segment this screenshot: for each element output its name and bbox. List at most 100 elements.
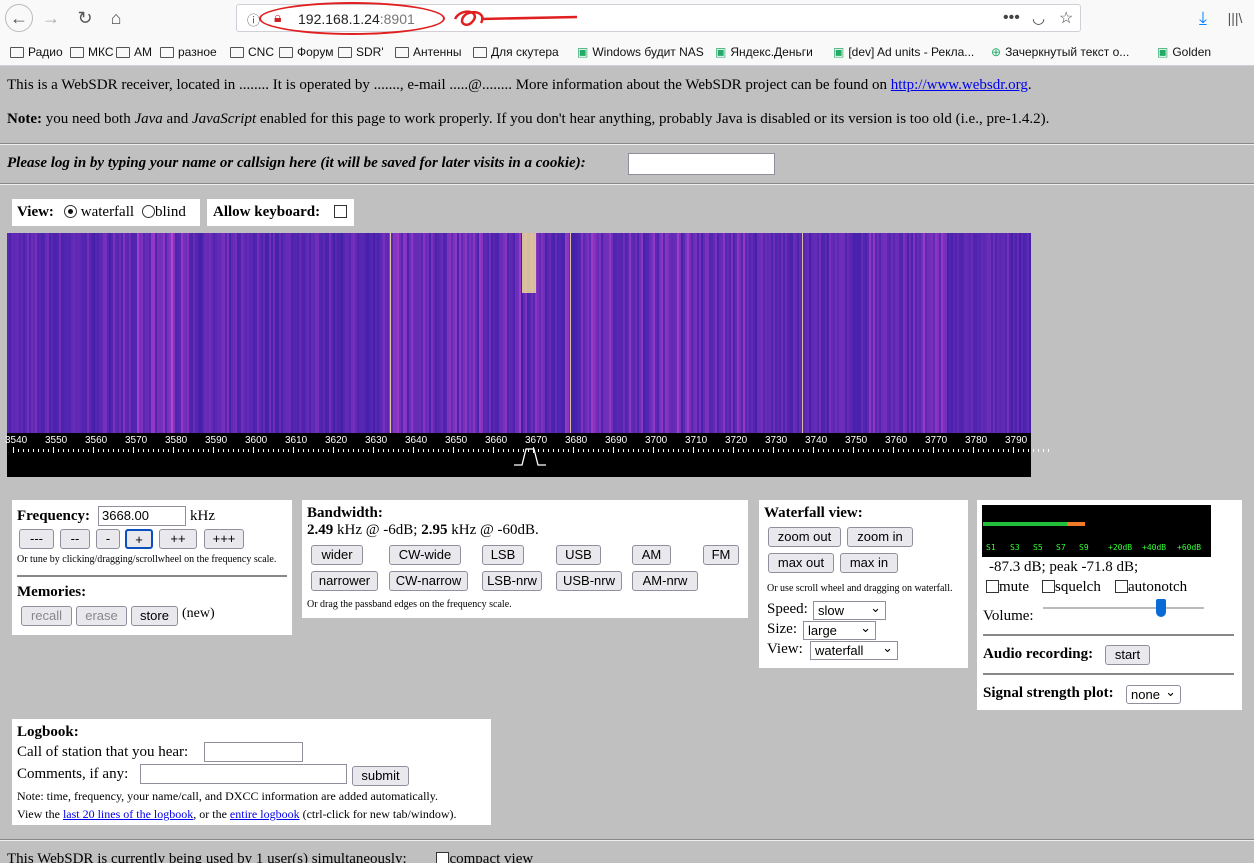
tune-step-button[interactable]: +	[125, 529, 153, 549]
store-button[interactable]: store	[131, 606, 178, 626]
waterfall-signal-column	[721, 233, 723, 433]
waterfall-signal-column	[251, 233, 253, 433]
blind-radio[interactable]: blind	[142, 204, 186, 221]
max-out-button[interactable]: max out	[768, 553, 834, 573]
bookmark-item[interactable]: Антенны	[395, 41, 462, 63]
submit-button[interactable]: submit	[352, 766, 409, 786]
waterfall-signal-column	[73, 233, 75, 433]
forward-icon[interactable]: →	[38, 5, 64, 31]
zoom-in-button[interactable]: zoom in	[847, 527, 913, 547]
tune-step-button[interactable]: ++	[159, 529, 197, 549]
home-icon[interactable]: ⌂	[103, 5, 129, 31]
comments-input[interactable]	[140, 764, 347, 784]
radio-icon[interactable]	[142, 205, 155, 218]
bookmark-item[interactable]: Радио	[10, 41, 63, 63]
checkbox-icon[interactable]	[986, 580, 999, 593]
bookmark-item[interactable]: ▣ Windows будит NAS	[577, 41, 704, 63]
frequency-tick-mark	[843, 449, 844, 452]
frequency-scale[interactable]: 3540 3550 3560 3570 3580 3590 3600 3610 3620 3630…	[5, 433, 1049, 477]
frequency-tick-mark	[793, 449, 794, 452]
bookmark-item[interactable]: AM	[116, 41, 152, 63]
recording-start-button[interactable]: start	[1105, 645, 1150, 665]
waterfall-signal-column	[33, 233, 35, 433]
waterfall-signal-column	[303, 233, 305, 433]
compact-view-checkbox[interactable]	[436, 852, 450, 863]
waterfall-signal-column	[505, 233, 507, 433]
websdr-link[interactable]: http://www.websdr.org	[891, 77, 1028, 93]
info-icon[interactable]: ⓘ	[247, 10, 260, 29]
mode-button-cw-narrow[interactable]: CW-narrow	[389, 571, 468, 591]
allow-keyboard-checkbox[interactable]	[334, 205, 347, 218]
radio-checked-icon[interactable]	[64, 205, 77, 218]
downloads-icon[interactable]: ⤓	[1190, 5, 1216, 31]
bookmark-item[interactable]: SDR'	[338, 41, 384, 63]
mode-button-lsb[interactable]: LSB	[482, 545, 524, 565]
library-icon[interactable]: |||\	[1222, 5, 1248, 31]
frequency-tick-mark	[963, 449, 964, 452]
max-in-button[interactable]: max in	[840, 553, 898, 573]
bookmark-item[interactable]: Форум	[279, 41, 333, 63]
waterfall-signal-column	[769, 233, 771, 433]
bookmark-item[interactable]: МКС	[70, 41, 114, 63]
bookmark-item[interactable]: ▣ Golden	[1157, 41, 1211, 63]
tune-step-button[interactable]: --	[60, 529, 90, 549]
page-actions-icon[interactable]: •••	[1003, 9, 1020, 27]
size-select[interactable]: large	[803, 619, 876, 640]
bookmark-item[interactable]: разное	[160, 41, 217, 63]
tune-step-button[interactable]: -	[96, 529, 120, 549]
bookmark-item[interactable]: CNC	[230, 41, 274, 63]
waterfall-signal-column	[771, 233, 773, 433]
last-20-lines-link[interactable]: last 20 lines of the logbook	[63, 807, 193, 821]
zoom-out-button[interactable]: zoom out	[768, 527, 841, 547]
address-bar[interactable]: ⓘ 🔒︎ 192.168.1.24:8901 ••• ◡ ☆	[236, 2, 1081, 35]
waterfall-display[interactable]	[7, 233, 1031, 433]
bookmark-item[interactable]: ⊕ Зачеркнутый текст о...	[991, 41, 1129, 63]
bookmark-item[interactable]: ▣ Яндекс.Деньги	[715, 41, 813, 63]
signal-plot-select[interactable]: none	[1126, 683, 1181, 704]
volume-slider[interactable]	[1155, 599, 1166, 617]
mode-button-usb-nrw[interactable]: USB-nrw	[556, 571, 622, 591]
speed-select[interactable]: slow	[813, 599, 886, 620]
mode-button-usb[interactable]: USB	[556, 545, 601, 565]
reload-icon[interactable]: ↻	[72, 5, 98, 31]
frequency-tick-mark	[683, 449, 684, 452]
blind-radio-label: blind	[155, 204, 186, 220]
bookmark-item[interactable]: Для скутера	[473, 41, 559, 63]
bookmark-star-icon[interactable]: ☆	[1059, 8, 1073, 28]
pocket-icon[interactable]: ◡	[1032, 9, 1045, 27]
mode-button-wider[interactable]: wider	[311, 545, 363, 565]
frequency-tick-label: 3780	[965, 435, 988, 446]
mute-checkbox[interactable]: mute	[986, 579, 1029, 596]
callsign-input[interactable]	[628, 153, 775, 175]
bookmark-item[interactable]: ▣ [dev] Ad units - Рекла...	[833, 41, 974, 63]
waterfall-signal-column	[653, 233, 655, 433]
mode-button-fm[interactable]: FM	[703, 545, 739, 565]
mode-button-lsb-nrw[interactable]: LSB-nrw	[482, 571, 542, 591]
waterfall-signal-column	[857, 233, 859, 433]
mode-button-am-nrw[interactable]: AM-nrw	[632, 571, 698, 591]
waterfall-signal-column	[877, 233, 879, 433]
mode-button-cw-wide[interactable]: CW-wide	[389, 545, 461, 565]
tune-step-button[interactable]: ---	[19, 529, 54, 549]
back-icon[interactable]: ←	[5, 4, 33, 32]
mode-button-am[interactable]: AM	[632, 545, 671, 565]
squelch-checkbox[interactable]: squelch	[1042, 579, 1101, 596]
frequency-tick-mark	[133, 447, 134, 453]
passband-marker[interactable]	[512, 447, 548, 467]
tune-step-button[interactable]: +++	[204, 529, 244, 549]
frequency-tick-mark	[738, 449, 739, 452]
entire-logbook-link[interactable]: entire logbook	[230, 807, 300, 821]
frequency-input[interactable]: 3668.00	[98, 506, 186, 526]
call-input[interactable]	[204, 742, 303, 762]
waterfall-signal-column	[643, 233, 645, 433]
erase-button[interactable]: erase	[76, 606, 127, 626]
volume-track[interactable]	[1043, 607, 1204, 609]
recall-button[interactable]: recall	[21, 606, 72, 626]
mode-button-narrower[interactable]: narrower	[311, 571, 378, 591]
view-select[interactable]: waterfall	[810, 639, 898, 660]
waterfall-signal-column	[213, 233, 215, 433]
waterfall-radio[interactable]: waterfall	[64, 204, 134, 221]
checkbox-icon[interactable]	[1042, 580, 1055, 593]
checkbox-icon[interactable]	[1115, 580, 1128, 593]
autonotch-checkbox[interactable]: autonotch	[1115, 579, 1187, 596]
